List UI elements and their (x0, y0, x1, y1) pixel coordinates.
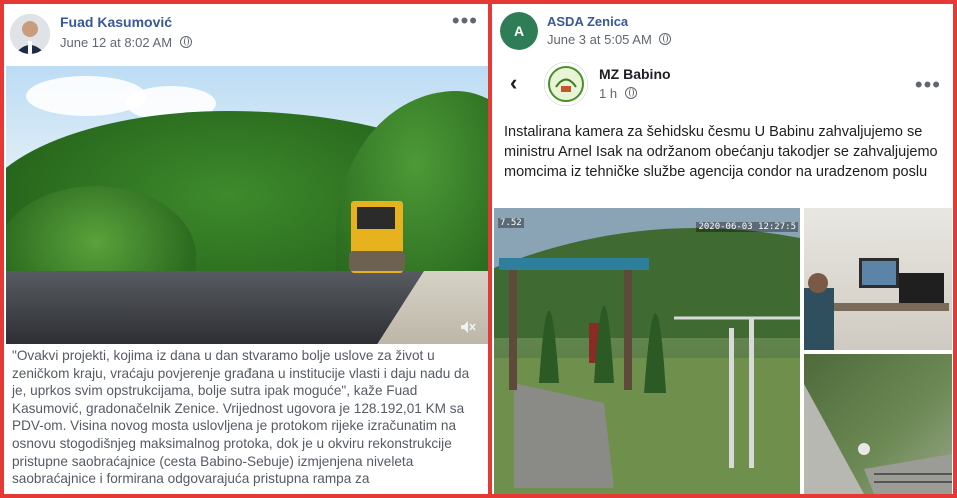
post-timestamp[interactable]: June 12 at 8:02 AM (60, 35, 192, 50)
shared-time: 1 h (599, 86, 637, 101)
author-avatar[interactable]: A (500, 12, 538, 50)
office-scene (804, 258, 949, 350)
globe-icon (659, 33, 672, 45)
page-avatar[interactable] (544, 62, 588, 106)
stairs-photo[interactable] (804, 354, 952, 494)
svg-text:A: A (514, 23, 524, 39)
post-text: "Ovakvi projekti, kojima iz dana u dan s… (12, 348, 470, 487)
globe-icon (179, 36, 192, 48)
author-avatar[interactable] (10, 14, 50, 54)
volume-muted-icon[interactable] (460, 320, 476, 334)
camera-photo-fountain[interactable]: 7.52 2020-06-03 12:27:5 (494, 208, 800, 494)
timestamp-text[interactable]: June 12 at 8:02 AM (60, 35, 172, 50)
author-name[interactable]: Fuad Kasumović (60, 14, 172, 30)
camera-datetime: 2020-06-03 12:27:5 (696, 222, 798, 232)
back-arrow-icon[interactable]: ‹ (510, 70, 517, 96)
author-name[interactable]: ASDA Zenica (547, 14, 628, 29)
shared-page-name[interactable]: MZ Babino (599, 66, 671, 82)
road-photo[interactable] (6, 66, 488, 344)
post-timestamp[interactable]: June 3 at 5:05 AM (547, 32, 672, 47)
road-roller (349, 201, 405, 273)
shared-time-text: 1 h (599, 86, 618, 101)
camera-stamp-left: 7.52 (498, 218, 524, 228)
cloud (26, 76, 146, 116)
right-post-panel: A ASDA Zenica June 3 at 5:05 AM ‹ MZ Bab… (492, 4, 953, 494)
globe-icon (624, 87, 637, 99)
more-dots-icon[interactable]: ••• (915, 74, 941, 96)
more-dots-icon[interactable]: ••• (452, 10, 478, 32)
shared-post-text: Instalirana kamera za šehidsku česmu U B… (504, 124, 938, 180)
timestamp-text[interactable]: June 3 at 5:05 AM (547, 32, 652, 47)
fountain-scene (494, 208, 800, 494)
office-photo[interactable] (804, 208, 952, 350)
left-post-panel: Fuad Kasumović June 12 at 8:02 AM ••• "O… (4, 4, 488, 494)
stairs-scene (804, 384, 952, 494)
